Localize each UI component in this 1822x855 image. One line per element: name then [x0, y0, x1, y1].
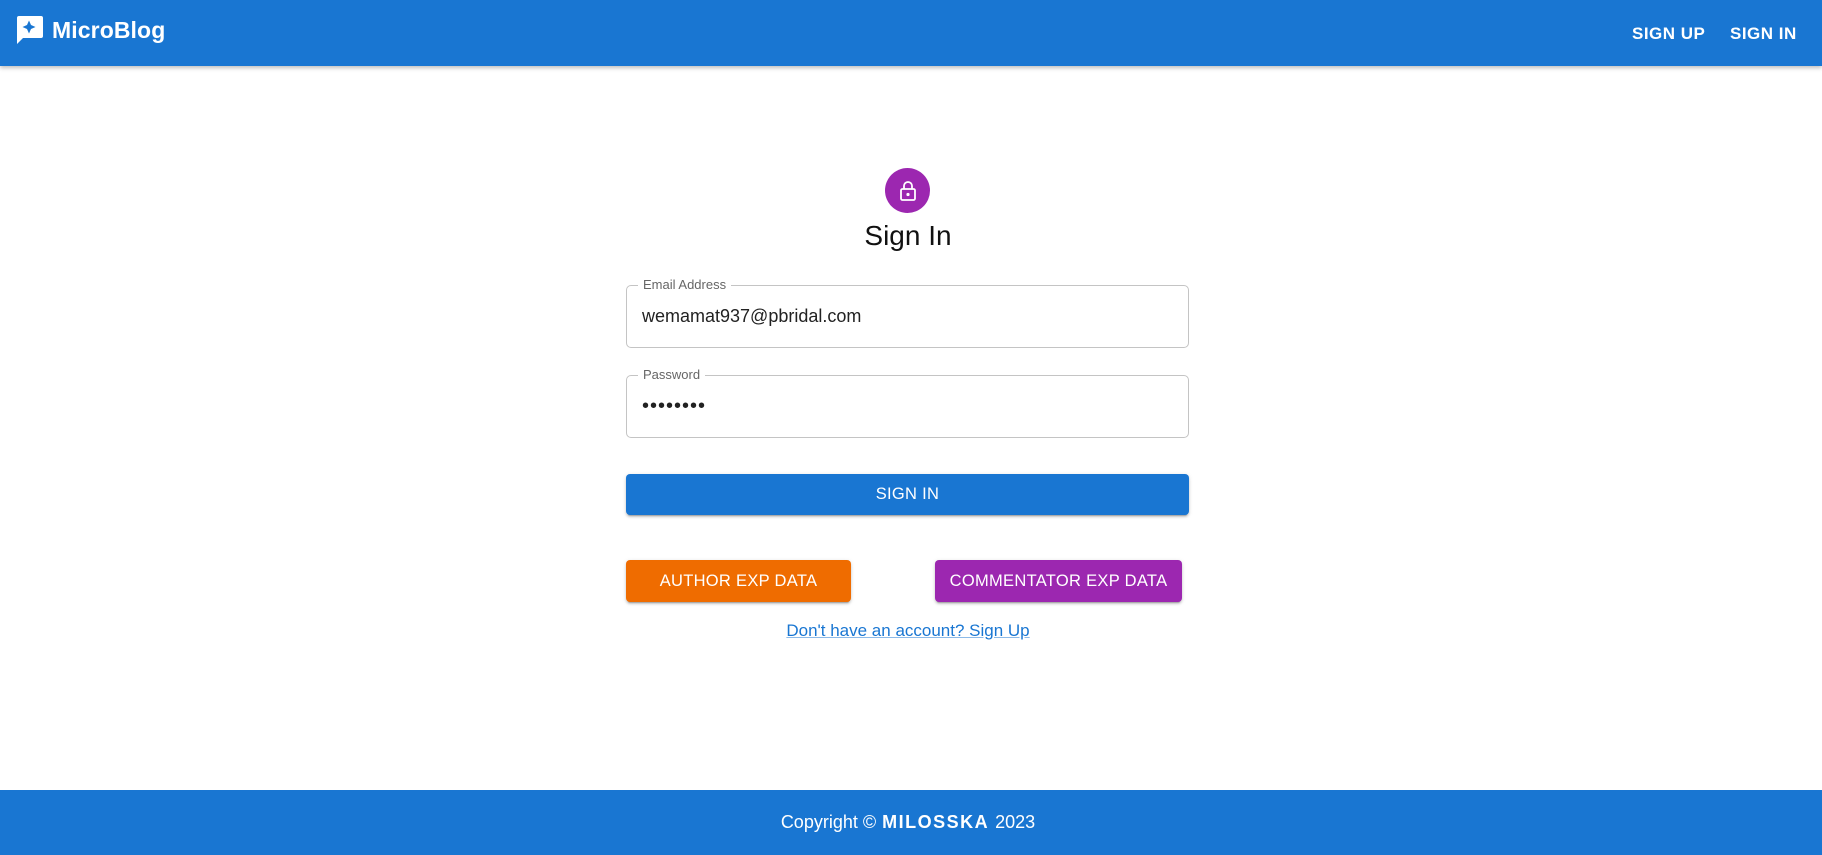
copyright-text: Copyright © [780, 812, 877, 832]
author-exp-data-button[interactable]: AUTHOR EXP DATA [626, 560, 851, 602]
email-input[interactable] [642, 286, 1172, 347]
footer-brand: MILOSSKA [882, 812, 990, 832]
password-input[interactable] [642, 376, 1172, 437]
sign-in-button[interactable]: SIGN IN [626, 474, 1189, 515]
avatar [885, 168, 930, 213]
footer: Copyright © MILOSSKA 2023 [0, 790, 1822, 855]
commentator-exp-data-button[interactable]: COMMENTATOR EXP DATA [935, 560, 1182, 602]
page-title: Sign In [864, 220, 952, 251]
password-field: Password [626, 367, 1189, 438]
app-bar: MicroBlog SIGN UP SIGN IN [0, 0, 1822, 66]
chat-sparkle-icon [17, 16, 43, 44]
signup-link[interactable]: Don't have an account? Sign Up [0, 621, 1816, 641]
brand-title: MicroBlog [52, 17, 166, 43]
copyright-year: 2023 [995, 812, 1036, 832]
email-field: Email Address [626, 277, 1189, 348]
brand-home-link[interactable]: MicroBlog [14, 15, 165, 46]
lock-icon [899, 180, 916, 201]
nav-signup-button[interactable]: SIGN UP [1632, 19, 1705, 49]
nav-signin-button[interactable]: SIGN IN [1730, 19, 1797, 49]
